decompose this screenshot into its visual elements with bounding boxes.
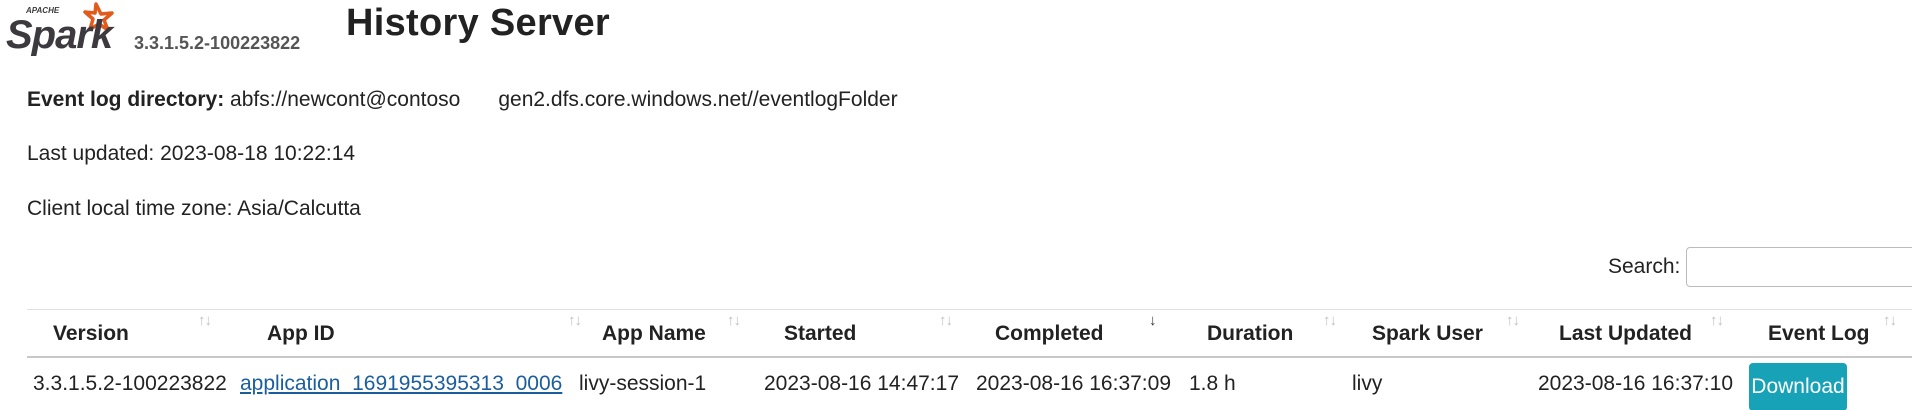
page-title: History Server — [346, 2, 611, 44]
cell-app-id: application_1691955395313_0006 — [240, 372, 562, 396]
applications-table: Version ↑↓ App ID ↑↓ App Name ↑↓ Started… — [27, 309, 1912, 410]
app-id-link[interactable]: application_1691955395313_0006 — [240, 372, 562, 395]
sort-icon[interactable]: ↑↓ — [198, 312, 212, 329]
sort-icon[interactable]: ↑↓ — [727, 312, 741, 329]
sort-icon-active[interactable]: ↓ — [1149, 312, 1156, 329]
column-header-app-name[interactable]: App Name — [602, 322, 706, 346]
sort-icon[interactable]: ↑↓ — [1883, 312, 1897, 329]
last-updated: Last updated: 2023-08-18 10:22:14 — [27, 142, 356, 165]
cell-duration: 1.8 h — [1189, 372, 1236, 395]
history-server-page: APACHE Spark 3.3.1.5.2-100223822 History… — [0, 0, 1912, 410]
column-header-last-updated[interactable]: Last Updated — [1559, 322, 1692, 346]
cell-completed: 2023-08-16 16:37:09 — [976, 372, 1171, 395]
sort-icon[interactable]: ↑↓ — [939, 312, 953, 329]
sort-icon[interactable]: ↑↓ — [1323, 312, 1337, 329]
table-header: Version ↑↓ App ID ↑↓ App Name ↑↓ Started… — [27, 309, 1912, 358]
column-header-duration[interactable]: Duration — [1207, 322, 1293, 346]
column-header-spark-user[interactable]: Spark User — [1372, 322, 1483, 346]
event-log-path-2: gen2.dfs.core.windows.net//eventlogFolde… — [498, 88, 898, 111]
spark-version: 3.3.1.5.2-100223822 — [134, 33, 301, 53]
cell-started: 2023-08-16 14:47:17 — [764, 372, 959, 395]
column-header-event-log[interactable]: Event Log — [1768, 322, 1870, 346]
spark-logo: APACHE Spark — [6, 2, 116, 56]
sort-icon[interactable]: ↑↓ — [1506, 312, 1520, 329]
cell-spark-user: livy — [1352, 372, 1383, 395]
sort-icon[interactable]: ↑↓ — [568, 312, 582, 329]
column-header-app-id[interactable]: App ID — [267, 322, 335, 346]
download-event-log-button[interactable]: Download — [1749, 363, 1847, 410]
cell-app-name: livy-session-1 — [579, 372, 707, 395]
event-log-label: Event log directory: — [27, 88, 225, 111]
column-header-completed[interactable]: Completed — [995, 322, 1104, 346]
event-log-path-1: abfs://newcont@contoso — [230, 88, 461, 111]
column-header-started[interactable]: Started — [784, 322, 856, 346]
cell-version: 3.3.1.5.2-100223822 — [33, 372, 227, 395]
cell-last-updated: 2023-08-16 16:37:10 — [1538, 372, 1733, 395]
header: APACHE Spark 3.3.1.5.2-100223822 History… — [0, 0, 1912, 60]
search-input[interactable] — [1686, 247, 1912, 287]
sort-icon[interactable]: ↑↓ — [1710, 312, 1724, 329]
logo-spark-text: Spark — [6, 13, 115, 56]
table-row: 3.3.1.5.2-100223822 application_16919553… — [27, 357, 1912, 410]
search-label: Search: — [1608, 255, 1681, 278]
column-header-version[interactable]: Version — [53, 322, 129, 346]
event-log-directory: Event log directory: abfs://newcont@cont… — [27, 88, 898, 112]
client-time-zone: Client local time zone: Asia/Calcutta — [27, 197, 361, 220]
